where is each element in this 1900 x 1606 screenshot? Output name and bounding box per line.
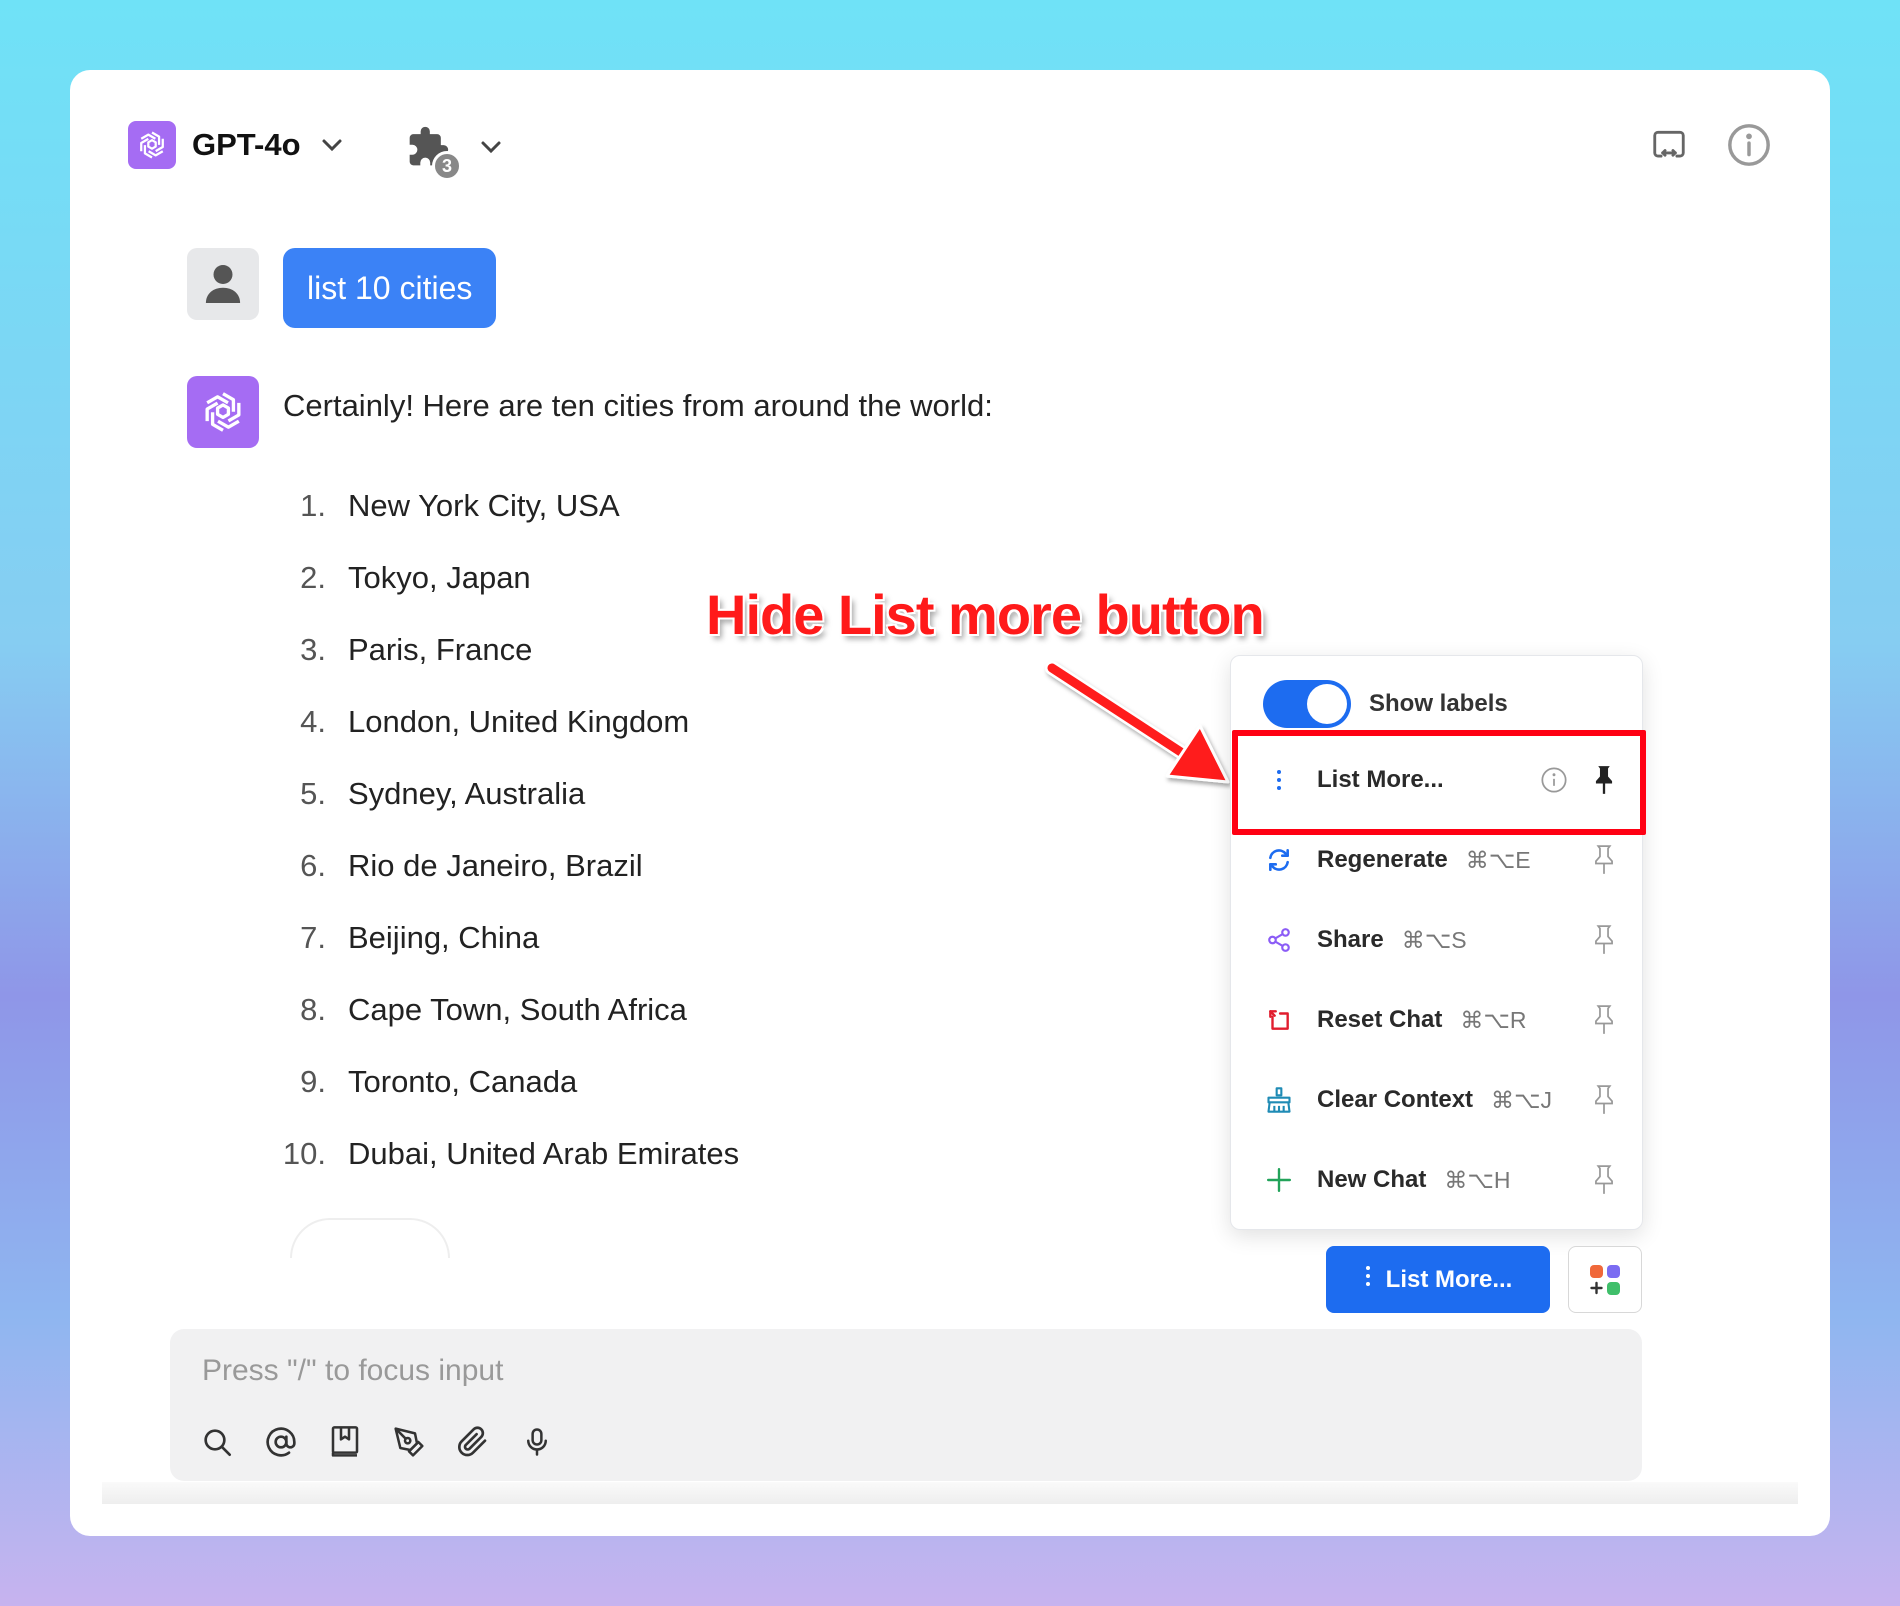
list-number: 9. <box>300 1064 326 1099</box>
menu-item-shortcut: ⌘⌥J <box>1491 1086 1553 1113</box>
menu-item-label: Reset Chat <box>1317 1006 1443 1033</box>
share-icon <box>1265 926 1293 954</box>
plugins-selector[interactable]: 3 <box>406 122 502 181</box>
reset-icon <box>1265 1006 1293 1034</box>
puzzle-icon: 3 <box>406 125 462 181</box>
menu-item-share[interactable]: Share ⌘⌥S <box>1239 900 1636 980</box>
model-selector[interactable]: GPT-4o <box>128 120 343 170</box>
list-number: 4. <box>300 704 326 739</box>
city-name: Beijing, China <box>348 920 540 955</box>
mention-icon[interactable] <box>264 1425 298 1459</box>
plus-icon <box>1265 1166 1293 1194</box>
city-list: 1. New York City, USA 2. Tokyo, Japan 3. Pa… <box>270 470 739 1190</box>
paperclip-icon[interactable] <box>456 1425 490 1459</box>
chat-input-area <box>170 1329 1642 1481</box>
list-item: 9. Toronto, Canada <box>270 1046 739 1118</box>
partial-action-pill <box>290 1218 450 1258</box>
city-name: Dubai, United Arab Emirates <box>348 1136 740 1171</box>
list-number: 5. <box>300 776 326 811</box>
annotation-caption: Hide List more button <box>706 583 1265 646</box>
pin-outline-icon[interactable] <box>1590 1085 1618 1114</box>
city-name: London, United Kingdom <box>348 704 690 739</box>
input-toolbar <box>200 1425 584 1459</box>
menu-item-clear-context[interactable]: Clear Context ⌘⌥J <box>1239 1060 1636 1140</box>
city-name: Rio de Janeiro, Brazil <box>348 848 643 883</box>
chevron-down-icon <box>321 138 343 152</box>
list-item: 10. Dubai, United Arab Emirates <box>270 1118 739 1190</box>
microphone-icon[interactable] <box>520 1425 554 1459</box>
menu-item-label: Regenerate <box>1317 846 1448 873</box>
list-item: 8. Cape Town, South Africa <box>270 974 739 1046</box>
window-bottom-edge <box>102 1482 1798 1504</box>
city-name: Sydney, Australia <box>348 776 586 811</box>
assistant-avatar <box>187 376 259 448</box>
list-number: 6. <box>300 848 326 883</box>
broom-icon <box>1265 1086 1293 1114</box>
expand-window-icon[interactable] <box>1644 120 1694 170</box>
chat-input[interactable] <box>202 1351 1602 1391</box>
user-avatar <box>187 248 259 320</box>
list-number: 10. <box>282 1136 326 1171</box>
assistant-intro-text: Certainly! Here are ten cities from arou… <box>283 388 993 423</box>
model-name: GPT-4o <box>192 127 301 162</box>
list-number: 8. <box>300 992 326 1027</box>
pin-outline-icon[interactable] <box>1590 1165 1618 1194</box>
pin-outline-icon[interactable] <box>1590 845 1618 874</box>
menu-item-shortcut: ⌘⌥S <box>1401 926 1467 953</box>
apps-grid-button[interactable] <box>1568 1246 1642 1313</box>
show-labels-toggle[interactable] <box>1263 680 1351 728</box>
list-item: 2. Tokyo, Japan <box>270 542 739 614</box>
menu-item-shortcut: ⌘⌥R <box>1460 1006 1527 1033</box>
menu-item-label: New Chat <box>1317 1166 1427 1193</box>
list-item: 5. Sydney, Australia <box>270 758 739 830</box>
menu-item-shortcut: ⌘⌥E <box>1465 846 1531 873</box>
bookmark-book-icon[interactable] <box>328 1425 362 1459</box>
city-name: Paris, France <box>348 632 533 667</box>
pin-outline-icon[interactable] <box>1590 1005 1618 1034</box>
list-number: 1. <box>300 488 326 523</box>
list-number: 7. <box>300 920 326 955</box>
plugin-count-badge: 3 <box>432 151 462 181</box>
apps-grid-icon <box>1590 1264 1620 1295</box>
menu-item-new-chat[interactable]: New Chat ⌘⌥H <box>1239 1140 1636 1220</box>
annotation-arrow-icon <box>1045 661 1230 784</box>
menu-item-reset-chat[interactable]: Reset Chat ⌘⌥R <box>1239 980 1636 1060</box>
regenerate-icon <box>1265 846 1293 874</box>
chat-window: GPT-4o 3 list 10 cities Certainly! Here … <box>70 70 1830 1536</box>
user-message: list 10 cities <box>283 248 497 328</box>
menu-item-label: Clear Context <box>1317 1086 1474 1113</box>
city-name: Tokyo, Japan <box>348 560 531 595</box>
chevron-down-icon <box>480 140 502 154</box>
list-item: 3. Paris, France <box>270 614 739 686</box>
pen-tool-icon[interactable] <box>392 1425 426 1459</box>
openai-logo-icon <box>128 121 176 169</box>
menu-item-shortcut: ⌘⌥H <box>1444 1166 1511 1193</box>
list-number: 3. <box>300 632 326 667</box>
list-number: 2. <box>300 560 326 595</box>
list-more-button[interactable]: List More... <box>1326 1246 1550 1313</box>
list-item: 6. Rio de Janeiro, Brazil <box>270 830 739 902</box>
list-item: 4. London, United Kingdom <box>270 686 739 758</box>
city-name: New York City, USA <box>348 488 620 523</box>
show-labels-label: Show labels <box>1369 690 1508 717</box>
vertical-dots-icon <box>1364 1264 1372 1295</box>
city-name: Cape Town, South Africa <box>348 992 687 1027</box>
pin-outline-icon[interactable] <box>1590 925 1618 954</box>
list-item: 1. New York City, USA <box>270 470 739 542</box>
info-icon[interactable] <box>1724 120 1774 170</box>
annotation-highlight-box <box>1232 730 1646 835</box>
list-more-button-label: List More... <box>1385 1265 1513 1293</box>
menu-item-label: Share <box>1317 926 1384 953</box>
show-labels-toggle-row[interactable]: Show labels <box>1263 680 1508 728</box>
city-name: Toronto, Canada <box>348 1064 578 1099</box>
list-item: 7. Beijing, China <box>270 902 739 974</box>
search-icon[interactable] <box>200 1425 234 1459</box>
